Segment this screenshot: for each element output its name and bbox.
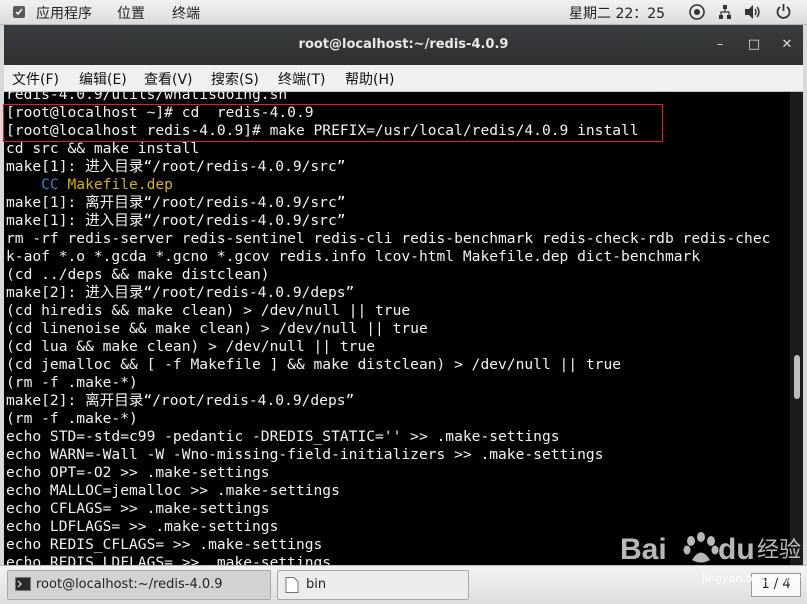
terminal-line: (rm -f .make-*): [6, 374, 138, 391]
terminal-line: echo STD=-std=c99 -pedantic -DREDIS_STAT…: [6, 428, 560, 445]
window-titlebar[interactable]: root@localhost:~/redis-4.0.9 – □ ✕: [4, 25, 803, 65]
applications-icon: [13, 6, 25, 18]
taskbar: root@localhost:~/redis-4.0.9 bin 1 / 4: [0, 565, 807, 604]
terminal-line: echo MALLOC=jemalloc >> .make-settings: [6, 482, 340, 499]
taskbar-item-label: bin: [306, 577, 327, 592]
menu-view[interactable]: 查看(V): [144, 69, 193, 89]
terminal-app-menu[interactable]: 终端: [172, 3, 200, 23]
terminal-window: root@localhost:~/redis-4.0.9 – □ ✕ 文件(F)…: [4, 25, 803, 565]
terminal-line-cd-command: [root@localhost ~]# cd redis-4.0.9: [6, 104, 314, 121]
terminal-line: (cd ../deps && make distclean): [6, 266, 270, 283]
terminal-line: make[1]: 进入目录“/root/redis-4.0.9/src”: [6, 158, 346, 175]
terminal-line: echo REDIS_LDFLAGS= >> .make-settings: [6, 554, 332, 565]
terminal-line: (cd hiredis && make clean) > /dev/null |…: [6, 302, 411, 319]
volume-icon[interactable]: [744, 4, 762, 20]
menu-help[interactable]: 帮助(H): [345, 69, 394, 89]
clock[interactable]: 星期二 22：25: [569, 3, 665, 23]
network-icon[interactable]: [718, 4, 732, 20]
menu-edit[interactable]: 编辑(E): [79, 69, 127, 89]
power-icon[interactable]: [775, 3, 792, 20]
terminal-line: make[1]: 离开目录“/root/redis-4.0.9/src”: [6, 194, 346, 211]
window-title: root@localhost:~/redis-4.0.9: [298, 37, 509, 52]
cc-keyword: CC: [6, 176, 68, 193]
terminal-output[interactable]: redis-4.0.9/utils/whatisdoing.sh [root@l…: [4, 92, 790, 565]
applications-menu[interactable]: 应用程序: [36, 3, 92, 23]
terminal-line: echo OPT=-O2 >> .make-settings: [6, 464, 270, 481]
terminal-line: make[1]: 进入目录“/root/redis-4.0.9/src”: [6, 212, 346, 229]
terminal-line: echo LDFLAGS= >> .make-settings: [6, 518, 279, 535]
taskbar-item-label: root@localhost:~/redis-4.0.9: [36, 577, 223, 592]
terminal-line: (cd lua && make clean) > /dev/null || tr…: [6, 338, 376, 355]
menu-terminal[interactable]: 终端(T): [278, 69, 325, 89]
top-panel: 应用程序 位置 终端 星期二 22：25: [0, 0, 807, 25]
taskbar-item-terminal[interactable]: root@localhost:~/redis-4.0.9: [7, 570, 271, 600]
file-icon: [285, 577, 299, 593]
terminal-scrollbar[interactable]: [790, 92, 803, 565]
makefile-dep-name: Makefile.dep: [67, 176, 173, 193]
terminal-line: redis-4.0.9/utils/whatisdoing.sh: [6, 92, 288, 103]
terminal-line: rm -rf redis-server redis-sentinel redis…: [6, 230, 771, 247]
terminal-line: (rm -f .make-*): [6, 410, 138, 427]
terminal-line: make[2]: 进入目录“/root/redis-4.0.9/deps”: [6, 284, 355, 301]
workspace-pager[interactable]: 1 / 4: [751, 573, 801, 597]
terminal-line: echo REDIS_CFLAGS= >> .make-settings: [6, 536, 323, 553]
scrollbar-thumb[interactable]: [794, 355, 800, 399]
terminal-line: echo WARN=-Wall -W -Wno-missing-field-in…: [6, 446, 604, 463]
terminal-line: (cd jemalloc && [ -f Makefile ] && make …: [6, 356, 622, 373]
menu-search[interactable]: 搜索(S): [211, 69, 259, 89]
terminal-line: k-aof *.o *.gcda *.gcno *.gcov redis.inf…: [6, 248, 701, 265]
taskbar-item-bin[interactable]: bin: [277, 570, 469, 600]
terminal-line: (cd linenoise && make clean) > /dev/null…: [6, 320, 428, 337]
minimize-button[interactable]: –: [710, 35, 730, 55]
terminal-line-cc: CC Makefile.dep: [6, 176, 770, 194]
places-menu[interactable]: 位置: [117, 3, 145, 23]
terminal-line: make[2]: 离开目录“/root/redis-4.0.9/deps”: [6, 392, 355, 409]
terminal-line: echo CFLAGS= >> .make-settings: [6, 500, 270, 517]
terminal-line: cd src && make install: [6, 140, 200, 157]
terminal-line-make-install-command: [root@localhost redis-4.0.9]# make PREFI…: [6, 122, 639, 139]
menu-bar: 文件(F) 编辑(E) 查看(V) 搜索(S) 终端(T) 帮助(H): [4, 65, 803, 92]
accessibility-icon[interactable]: [689, 4, 705, 20]
maximize-button[interactable]: □: [744, 35, 764, 55]
terminal-icon: [15, 577, 31, 591]
menu-file[interactable]: 文件(F): [12, 69, 59, 89]
close-button[interactable]: ✕: [777, 35, 797, 55]
